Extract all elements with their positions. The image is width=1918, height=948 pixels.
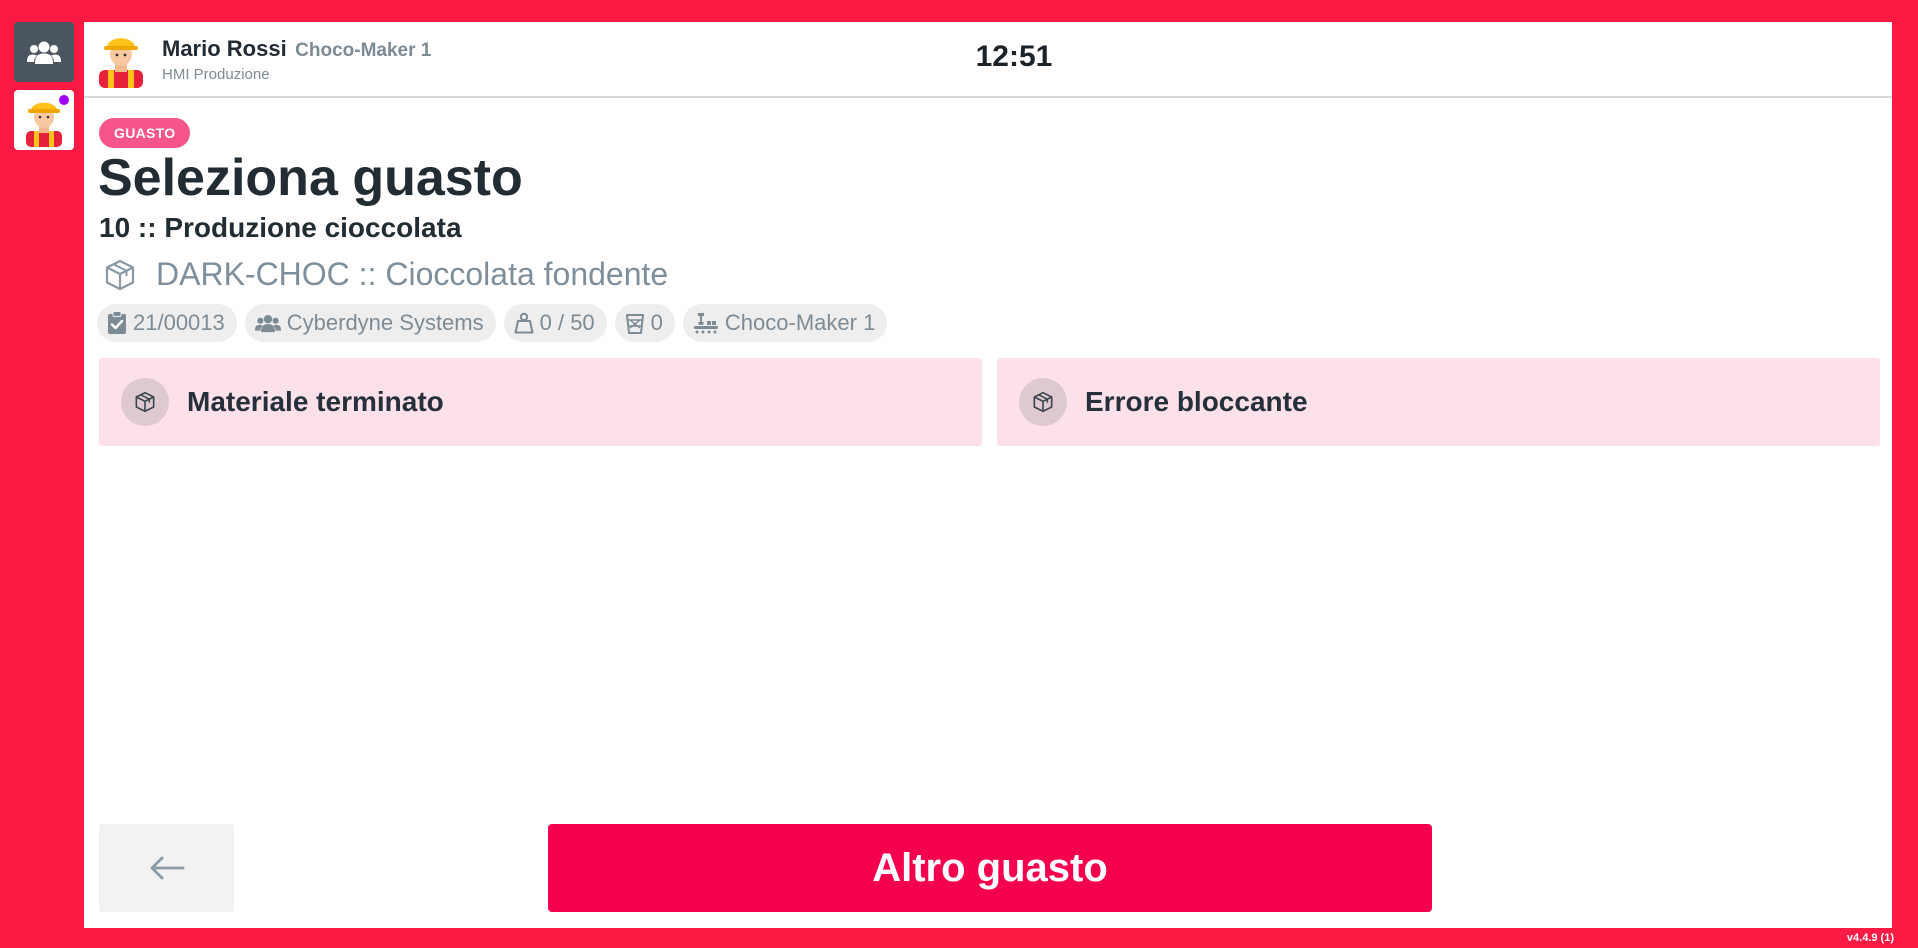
customer-name: Cyberdyne Systems <box>286 310 484 335</box>
fault-label: Materiale terminato <box>187 386 444 417</box>
chip-order: 21/00013 <box>97 304 237 342</box>
chip-customer: Cyberdyne Systems <box>244 304 496 342</box>
status-badge: GUASTO <box>99 118 191 148</box>
waste-value: 0 <box>650 310 663 335</box>
product-line: DARK-CHOC :: Cioccolata fondente <box>102 256 668 293</box>
main-panel: Mario Rossi Choco-Maker 1 HMI Produzione… <box>84 22 1892 928</box>
chip-quantity: 0 / 50 <box>503 304 607 342</box>
arrow-left-icon <box>150 856 184 880</box>
fault-label: Errore bloccante <box>1085 386 1308 417</box>
altro-guasto-button[interactable]: Altro guasto <box>548 824 1432 912</box>
box-icon <box>135 391 155 413</box>
machine-name: Choco-Maker 1 <box>724 310 876 335</box>
conveyor-machine-icon <box>693 313 718 334</box>
users-group-button[interactable] <box>14 22 74 82</box>
trash-basket-icon <box>625 314 644 334</box>
user-machine: Choco-Maker 1 <box>295 40 432 61</box>
operation-title: 10 :: Produzione cioccolata <box>99 212 462 243</box>
page-title: Seleziona guasto <box>98 149 523 207</box>
chip-machine: Choco-Maker 1 <box>682 304 888 342</box>
users-group-icon <box>27 41 61 64</box>
order-number: 21/00013 <box>133 310 225 335</box>
user-name: Mario Rossi <box>162 36 287 61</box>
user-line: Mario Rossi Choco-Maker 1 <box>162 36 431 62</box>
fault-option-materiale-terminato[interactable]: Materiale terminato <box>99 358 982 446</box>
side-rail <box>14 22 74 158</box>
user-role: HMI Produzione <box>162 66 270 83</box>
info-chips: 21/00013 Cyberdyne Systems 0 / 50 0 Choc… <box>97 304 895 342</box>
back-button[interactable] <box>99 824 234 912</box>
clipboard-check-icon <box>108 311 126 334</box>
box-icon <box>105 259 135 290</box>
top-bar: Mario Rossi Choco-Maker 1 HMI Produzione… <box>84 22 1892 98</box>
fault-icon-circle <box>121 378 169 426</box>
fault-option-errore-bloccante[interactable]: Errore bloccante <box>997 358 1880 446</box>
chip-waste: 0 <box>614 304 675 342</box>
box-icon <box>1033 391 1053 413</box>
users-icon <box>254 314 281 333</box>
worker-avatar-icon <box>99 38 143 88</box>
user-profile-button[interactable] <box>14 90 74 150</box>
clock: 12:51 <box>975 40 1053 73</box>
fault-icon-circle <box>1019 378 1067 426</box>
quantity-value: 0 / 50 <box>539 310 595 335</box>
version-label: v4.4.9 (1) <box>1846 932 1894 944</box>
product-name: DARK-CHOC :: Cioccolata fondente <box>156 256 669 292</box>
status-dot <box>57 93 71 107</box>
fault-options: Materiale terminato Errore bloccante <box>99 358 1895 446</box>
weight-icon <box>514 312 534 334</box>
